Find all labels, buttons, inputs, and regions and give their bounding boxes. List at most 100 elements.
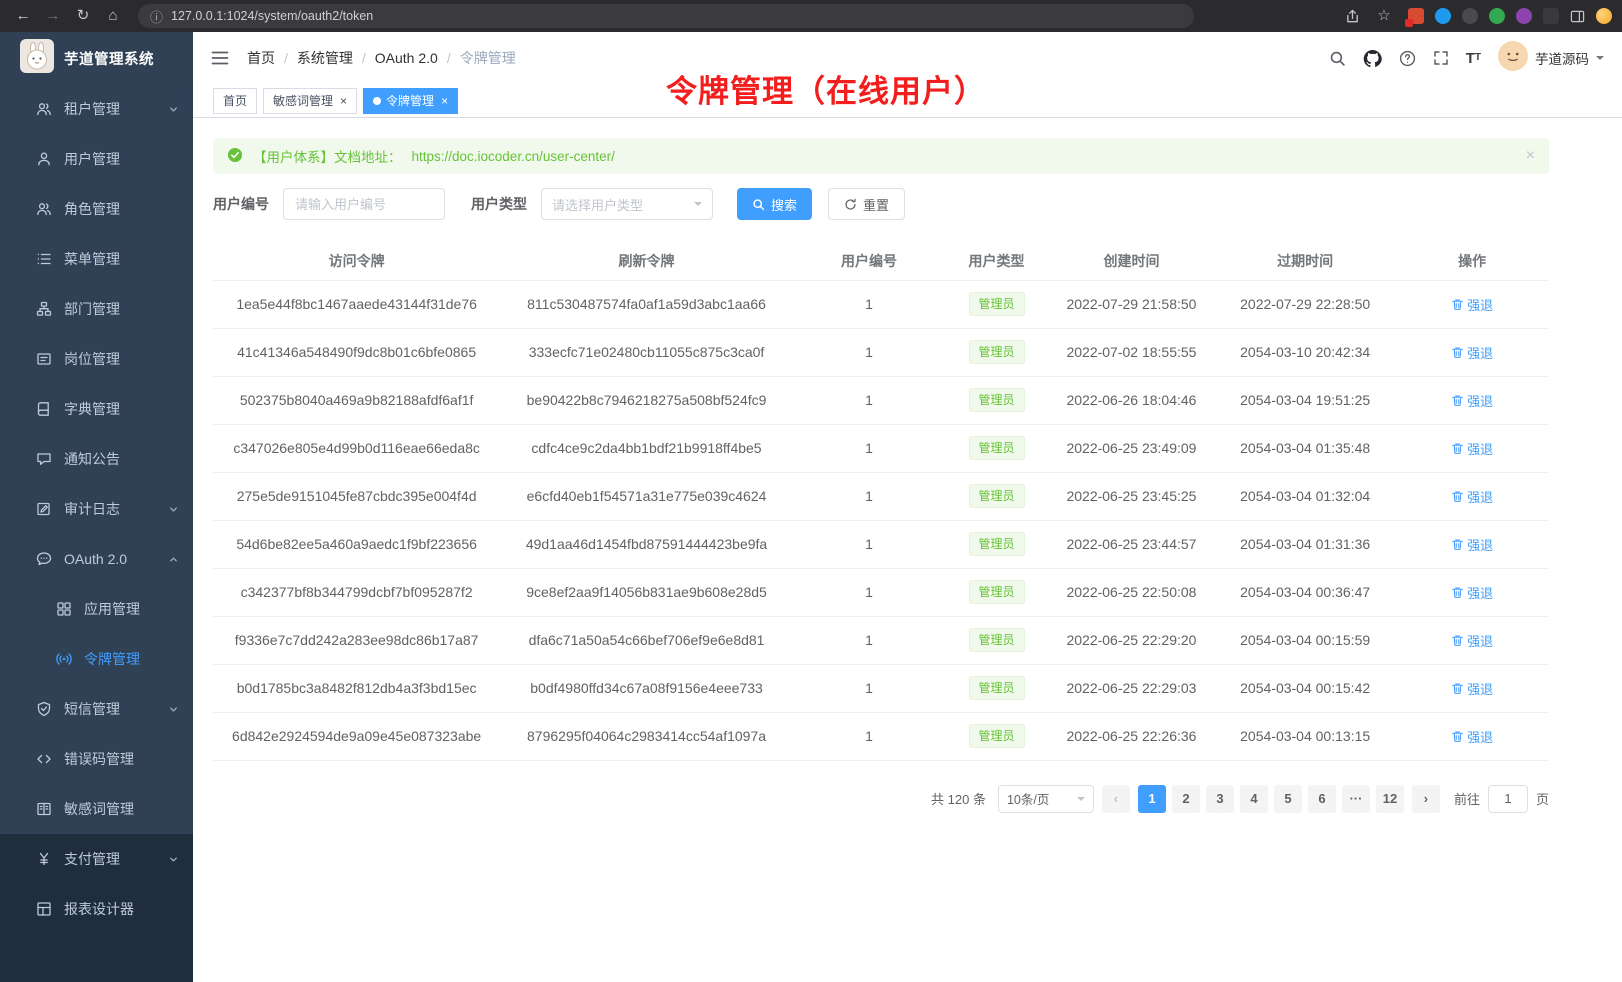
search-icon[interactable] [1329,50,1346,67]
sidebar-item-15[interactable]: 支付管理 [0,834,193,884]
chevron-up-icon [168,554,179,565]
user-id-label: 用户编号 [213,194,269,214]
user-type-cell: 管理员 [945,712,1048,760]
column-header: 访问令牌 [213,242,500,280]
sidebar-item-7[interactable]: 通知公告 [0,434,193,484]
sidebar-item-0[interactable]: 租户管理 [0,84,193,134]
page-button-12[interactable]: 12 [1376,785,1404,813]
refresh-icon[interactable]: ↻ [70,4,96,28]
next-page-button[interactable]: › [1412,785,1440,813]
force-logout-button[interactable]: 强退 [1451,295,1493,314]
reset-button[interactable]: 重置 [828,188,905,220]
split-view-icon[interactable] [1570,9,1585,24]
profile-avatar[interactable] [1596,8,1612,24]
sidebar-item-5[interactable]: 岗位管理 [0,334,193,384]
sidebar-item-10[interactable]: 应用管理 [0,584,193,634]
expire-time-cell: 2054-03-04 01:32:04 [1215,472,1395,520]
forward-icon[interactable]: → [40,4,66,28]
extension-icon[interactable] [1489,8,1505,24]
sidebar-item-14[interactable]: 敏感词管理 [0,784,193,834]
access-token-cell: 502375b8040a469a9b82188afdf6af1f [213,376,500,424]
app-header: 首页/系统管理/OAuth 2.0/令牌管理 TT 芋道源码 [193,32,1622,84]
sidebar-item-3[interactable]: 菜单管理 [0,234,193,284]
action-cell: 强退 [1395,568,1549,616]
sensitive-icon [36,801,52,817]
page-button-5[interactable]: 5 [1274,785,1302,813]
github-icon[interactable] [1363,49,1382,68]
tab-close-icon[interactable]: × [340,95,347,107]
sidebar-item-4[interactable]: 部门管理 [0,284,193,334]
extension-icon[interactable] [1408,8,1424,24]
refresh-token-cell: be90422b8c7946218275a508bf524fc9 [500,376,793,424]
help-icon[interactable] [1399,50,1416,67]
force-logout-label: 强退 [1467,535,1493,554]
user-id-input[interactable] [283,188,445,220]
user-type-badge: 管理员 [969,292,1025,316]
font-size-icon[interactable]: TT [1466,51,1481,66]
user-menu[interactable]: 芋道源码 [1498,41,1604,76]
force-logout-button[interactable]: 强退 [1451,535,1493,554]
create-time-cell: 2022-07-02 18:55:55 [1048,328,1215,376]
goto-page-input[interactable] [1488,785,1528,813]
page-button-1[interactable]: 1 [1138,785,1166,813]
sidebar-item-2[interactable]: 角色管理 [0,184,193,234]
doc-alert: 【用户体系】文档地址： https://doc.iocoder.cn/user-… [213,138,1549,174]
sidebar-item-6[interactable]: 字典管理 [0,384,193,434]
sidebar-item-label: 审计日志 [64,499,120,519]
user-id-cell: 1 [793,328,945,376]
sidebar-item-label: 部门管理 [64,299,120,319]
page-button-2[interactable]: 2 [1172,785,1200,813]
breadcrumb-item[interactable]: 首页 [247,48,275,68]
share-icon[interactable] [1345,9,1360,24]
force-logout-button[interactable]: 强退 [1451,391,1493,410]
force-logout-button[interactable]: 强退 [1451,487,1493,506]
token-table: 访问令牌刷新令牌用户编号用户类型创建时间过期时间操作 1ea5e44f8bc14… [213,242,1549,761]
back-icon[interactable]: ← [10,4,36,28]
page-button-3[interactable]: 3 [1206,785,1234,813]
breadcrumb-item[interactable]: 系统管理 [297,48,353,68]
chevron-down-icon [168,504,179,515]
tab-close-icon[interactable]: × [441,95,448,107]
force-logout-button[interactable]: 强退 [1451,727,1493,746]
sidebar-item-16[interactable]: 报表设计器 [0,884,193,934]
sidebar-item-13[interactable]: 错误码管理 [0,734,193,784]
page-button-4[interactable]: 4 [1240,785,1268,813]
sidebar-item-9[interactable]: OAuth 2.0 [0,534,193,584]
search-button[interactable]: 搜索 [737,188,812,220]
force-logout-button[interactable]: 强退 [1451,439,1493,458]
extension-icon[interactable] [1462,8,1478,24]
sidebar-item-8[interactable]: 审计日志 [0,484,193,534]
bookmark-star-icon[interactable]: ☆ [1371,4,1397,28]
role-icon [36,201,52,217]
sidebar-toggle-icon[interactable] [211,50,229,66]
user-id-cell: 1 [793,712,945,760]
puzzle-extensions-icon[interactable] [1516,8,1532,24]
force-logout-button[interactable]: 强退 [1451,631,1493,650]
site-info-icon[interactable]: ⓘ [150,7,163,26]
url-bar[interactable]: ⓘ 127.0.0.1:1024/system/oauth2/token [138,4,1194,28]
fullscreen-icon[interactable] [1433,50,1449,66]
alert-close-icon[interactable]: × [1526,147,1535,165]
force-logout-button[interactable]: 强退 [1451,583,1493,602]
home-icon[interactable]: ⌂ [100,4,126,28]
sidebar-item-1[interactable]: 用户管理 [0,134,193,184]
user-type-badge: 管理员 [969,436,1025,460]
page-size-select[interactable]: 10条/页 [998,785,1094,813]
tab-2[interactable]: 令牌管理× [363,88,458,114]
force-logout-button[interactable]: 强退 [1451,343,1493,362]
tab-1[interactable]: 敏感词管理× [263,88,357,114]
user-type-select[interactable]: 请选择用户类型 [541,188,713,220]
tab-0[interactable]: 首页 [213,88,257,114]
extension-icon[interactable] [1435,8,1451,24]
expire-time-cell: 2054-03-04 00:13:15 [1215,712,1395,760]
prev-page-button[interactable]: ‹ [1102,785,1130,813]
action-cell: 强退 [1395,280,1549,328]
force-logout-button[interactable]: 强退 [1451,679,1493,698]
doc-link[interactable]: https://doc.iocoder.cn/user-center/ [412,149,615,164]
page-button-6[interactable]: 6 [1308,785,1336,813]
sidebar-item-12[interactable]: 短信管理 [0,684,193,734]
more-pages-button[interactable]: ··· [1342,785,1370,813]
breadcrumb-item[interactable]: OAuth 2.0 [375,50,438,66]
extension-icon[interactable] [1543,8,1559,24]
sidebar-item-11[interactable]: 令牌管理 [0,634,193,684]
